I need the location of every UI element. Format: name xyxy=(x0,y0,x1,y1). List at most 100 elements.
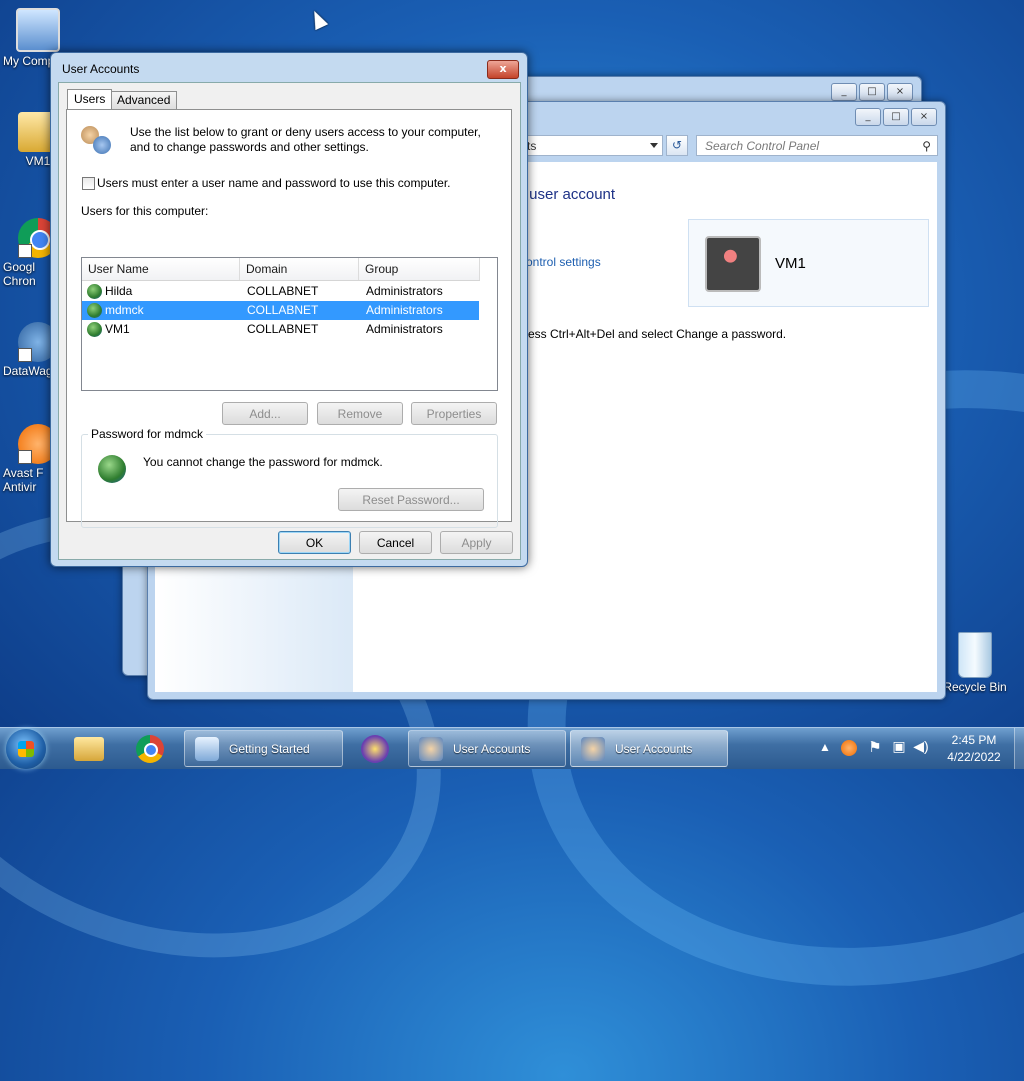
user-domain: COLLABNET xyxy=(247,284,319,298)
address-bar[interactable]: ts xyxy=(508,135,663,156)
close-icon: x xyxy=(499,62,507,75)
maximize-icon[interactable]: □ xyxy=(883,108,909,126)
reset-password-button[interactable]: Reset Password... xyxy=(338,488,484,511)
tab-label: Advanced xyxy=(117,93,171,107)
password-group: Password for mdmck You cannot change the… xyxy=(81,427,498,528)
users-icon xyxy=(581,737,605,761)
must-enter-password-label[interactable]: Users must enter a user name and passwor… xyxy=(97,176,451,190)
intro-text-line1: Use the list below to grant or deny user… xyxy=(130,125,481,139)
tab-advanced[interactable]: Advanced xyxy=(110,91,178,109)
user-group: Administrators xyxy=(366,322,443,336)
taskbar-button-user-accounts-active[interactable]: User Accounts xyxy=(570,730,728,767)
users-icon xyxy=(81,126,111,156)
clock-time: 2:45 PM xyxy=(951,733,997,747)
user-group: Administrators xyxy=(366,284,443,298)
dialog-title: User Accounts xyxy=(62,62,140,76)
column-header-domain[interactable]: Domain xyxy=(240,258,359,280)
chevron-down-icon[interactable] xyxy=(650,143,658,148)
shortcut-arrow-icon xyxy=(18,450,32,464)
ok-button[interactable]: OK xyxy=(278,531,351,554)
show-desktop-button[interactable] xyxy=(1014,728,1024,769)
ctrl-alt-del-instructions: ress Ctrl+Alt+Del and select Change a pa… xyxy=(524,327,787,341)
dialog-body: Users Advanced Use the list below to gra… xyxy=(58,82,521,560)
search-icon: ⚲ xyxy=(922,139,931,153)
user-row[interactable]: Hilda COLLABNET Administrators xyxy=(82,282,479,301)
password-group-label: Password for mdmck xyxy=(88,427,207,441)
minimize-icon[interactable]: _ xyxy=(831,83,857,101)
network-icon[interactable]: ▣ xyxy=(890,738,908,755)
avast-tray-icon[interactable] xyxy=(841,740,857,756)
taskbar-button-label: User Accounts xyxy=(615,742,693,756)
users-for-computer-label: Users for this computer: xyxy=(81,204,209,218)
taskbar-explorer[interactable] xyxy=(66,731,112,767)
getting-started-icon xyxy=(195,737,219,761)
user-domain: COLLABNET xyxy=(247,322,319,336)
page-heading: r user account xyxy=(520,186,616,203)
taskbar: Getting Started User Accounts User Accou… xyxy=(0,727,1024,769)
user-name: mdmck xyxy=(105,303,144,317)
account-picture xyxy=(705,236,761,292)
tab-label: Users xyxy=(74,92,106,106)
desktop-icon-recycle-bin[interactable]: Recycle Bin xyxy=(940,632,1010,694)
taskbar-app-shield[interactable] xyxy=(352,731,398,767)
account-name: VM1 xyxy=(775,255,806,272)
close-icon[interactable]: × xyxy=(887,83,913,101)
clock-date: 4/22/2022 xyxy=(947,750,1001,764)
add-user-button[interactable]: Add... xyxy=(222,402,308,425)
password-message: You cannot change the password for mdmck… xyxy=(143,455,383,469)
must-enter-password-checkbox[interactable] xyxy=(82,177,95,190)
taskbar-button-label: User Accounts xyxy=(453,742,531,756)
chrome-icon xyxy=(136,735,164,763)
windows-logo-icon xyxy=(18,741,34,757)
column-header-group[interactable]: Group xyxy=(359,258,480,280)
volume-icon[interactable]: ◀) xyxy=(912,738,930,755)
shortcut-arrow-icon xyxy=(18,348,32,362)
clock[interactable]: 2:45 PM 4/22/2022 xyxy=(938,733,1010,764)
tray-overflow-icon[interactable]: ▲ xyxy=(818,740,832,754)
refresh-icon: ↺ xyxy=(671,138,683,152)
cancel-button[interactable]: Cancel xyxy=(359,531,432,554)
user-accounts-dialog[interactable]: User Accounts x Users Advanced Use the l… xyxy=(50,52,528,567)
properties-button[interactable]: Properties xyxy=(411,402,497,425)
intro-text-line2: and to change passwords and other settin… xyxy=(130,140,369,154)
taskbar-button-label: Getting Started xyxy=(229,742,310,756)
flag-icon[interactable]: ⚑ xyxy=(866,738,884,756)
taskbar-chrome[interactable] xyxy=(128,731,174,767)
remove-user-button[interactable]: Remove xyxy=(317,402,403,425)
users-list[interactable]: User Name Domain Group Hilda COLLABNET A… xyxy=(81,257,498,391)
close-icon[interactable]: × xyxy=(911,108,937,126)
user-row[interactable]: VM1 COLLABNET Administrators xyxy=(82,320,479,339)
users-list-header: User Name Domain Group xyxy=(82,258,480,281)
taskbar-button-user-accounts[interactable]: User Accounts xyxy=(408,730,566,767)
dialog-close-button[interactable]: x xyxy=(487,60,519,79)
taskbar-button-getting-started[interactable]: Getting Started xyxy=(184,730,343,767)
refresh-button[interactable]: ↺ xyxy=(666,135,688,156)
window-caption-buttons: _ □ × xyxy=(855,108,937,126)
apply-button[interactable]: Apply xyxy=(440,531,513,554)
folder-icon xyxy=(74,737,104,761)
user-account-card[interactable]: VM1 xyxy=(688,219,929,307)
user-name: VM1 xyxy=(105,322,130,336)
mouse-cursor xyxy=(307,7,329,31)
tab-users[interactable]: Users xyxy=(67,89,113,109)
start-button[interactable] xyxy=(6,729,46,769)
user-icon xyxy=(87,303,102,318)
recycle-bin-icon xyxy=(958,632,992,678)
computer-icon xyxy=(16,8,60,52)
control-settings-link[interactable]: ontrol settings xyxy=(526,255,601,269)
maximize-icon[interactable]: □ xyxy=(859,83,885,101)
shortcut-arrow-icon xyxy=(18,244,32,258)
window-caption-buttons: _ □ × xyxy=(831,83,913,101)
shield-icon xyxy=(361,735,389,763)
column-header-user-name[interactable]: User Name xyxy=(82,258,240,280)
user-group: Administrators xyxy=(366,303,443,317)
user-row-selected[interactable]: mdmck COLLABNET Administrators xyxy=(82,301,479,320)
users-icon xyxy=(419,737,443,761)
user-icon xyxy=(87,322,102,337)
address-text: ts xyxy=(527,139,537,153)
users-tab-panel: Use the list below to grant or deny user… xyxy=(66,109,512,528)
minimize-icon[interactable]: _ xyxy=(855,108,881,126)
user-icon xyxy=(87,284,102,299)
search-input[interactable]: Search Control Panel ⚲ xyxy=(696,135,938,156)
desktop-icon-label: Recycle Bin xyxy=(943,680,1007,694)
